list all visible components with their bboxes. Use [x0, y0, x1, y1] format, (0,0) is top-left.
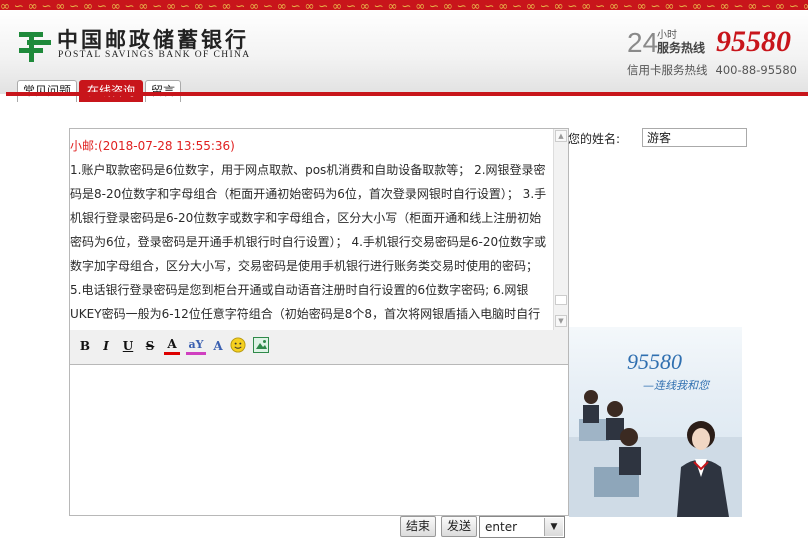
scrollbar-thumb[interactable] — [555, 295, 567, 305]
italic-icon[interactable]: I — [98, 337, 114, 355]
scroll-up-icon[interactable]: ▲ — [555, 130, 567, 142]
card-hotline-label: 信用卡服务热线 — [627, 63, 708, 77]
service-ad-image: 95580 —连线我和您 — [569, 327, 742, 517]
font-size-icon[interactable]: A — [210, 337, 226, 355]
send-mode-select[interactable]: enter ▼ — [479, 516, 565, 538]
page-header: 中国邮政储蓄银行 POSTAL SAVINGS BANK OF CHINA 24… — [0, 10, 808, 102]
chat-transcript[interactable]: 小邮:(2018-07-28 13:55:36) 1.账户取款密码是6位数字，用… — [69, 128, 569, 331]
top-ornament-border: ∞ ∽ ∞ ∽ ∞ ∽ ∞ ∽ ∞ ∽ ∞ ∽ ∞ ∽ ∞ ∽ ∞ ∽ ∞ ∽ … — [0, 0, 808, 10]
visitor-name-field[interactable]: 游客 — [642, 128, 747, 147]
hotline-label: 小时 服务热线 — [657, 30, 705, 54]
chat-message: 小邮:(2018-07-28 13:55:36) 1.账户取款密码是6位数字，用… — [70, 134, 550, 330]
tab-faq[interactable]: 常见问题 — [17, 80, 77, 102]
bank-name-en: POSTAL SAVINGS BANK OF CHINA — [58, 50, 251, 60]
bold-icon[interactable]: B — [77, 337, 93, 355]
end-chat-button[interactable]: 结束 — [400, 516, 436, 537]
psbc-logo-icon — [19, 32, 51, 62]
hotline-24: 24 — [627, 27, 659, 58]
strikethrough-icon[interactable]: S — [142, 337, 158, 355]
hotline-service-label: 服务热线 — [657, 41, 706, 55]
format-toolbar: B I U S A aY A — [69, 330, 569, 365]
underline-icon[interactable]: U — [120, 337, 136, 355]
call-center-staff-illustration — [569, 390, 742, 517]
chat-message-header: 小邮:(2018-07-28 13:55:36) — [70, 134, 550, 158]
header-divider — [6, 92, 808, 96]
card-hotline-number: 400-88-95580 — [715, 63, 797, 77]
chat-sender: 小邮: — [70, 139, 99, 153]
font-color-icon[interactable]: A — [164, 337, 180, 355]
chevron-down-icon[interactable]: ▼ — [544, 518, 563, 536]
hotline-number: 95580 — [716, 25, 791, 58]
scroll-down-icon[interactable]: ▼ — [555, 315, 567, 327]
send-button[interactable]: 发送 — [441, 516, 477, 537]
emoji-icon[interactable] — [230, 336, 246, 354]
tab-message[interactable]: 留言 — [145, 80, 181, 102]
tab-online-consult[interactable]: 在线咨询 — [79, 80, 143, 102]
highlight-icon[interactable]: aY — [186, 337, 206, 355]
chat-message-body: 1.账户取款密码是6位数字，用于网点取款、pos机消费和自助设备取款等； 2.网… — [70, 163, 547, 321]
visitor-name-label: 您的姓名: — [568, 132, 621, 146]
chat-timestamp: (2018-07-28 13:55:36) — [98, 139, 235, 153]
message-input[interactable] — [69, 364, 569, 516]
insert-image-icon[interactable] — [253, 336, 269, 354]
chat-scrollbar[interactable]: ▲ ▼ — [553, 129, 568, 330]
card-hotline: 信用卡服务热线 400-88-95580 — [627, 62, 797, 78]
send-mode-value: enter — [485, 520, 518, 534]
